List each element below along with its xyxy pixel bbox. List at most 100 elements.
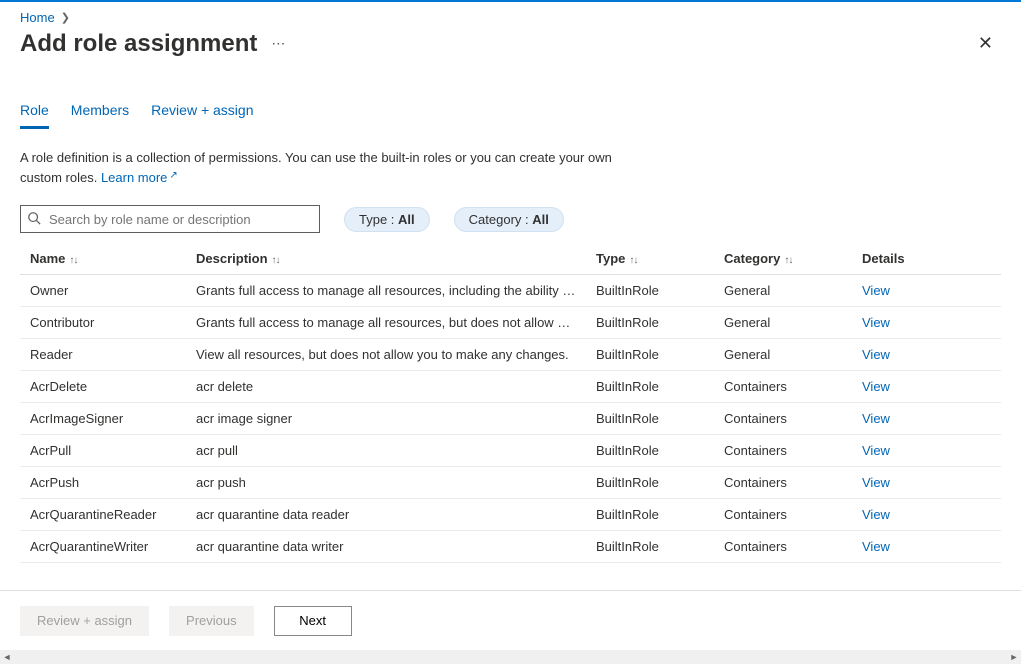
tab-role[interactable]: Role xyxy=(20,96,49,129)
search-input[interactable] xyxy=(47,211,313,228)
cell-description: acr pull xyxy=(186,435,586,467)
sort-icon: ↑↓ xyxy=(629,255,637,266)
breadcrumb-home[interactable]: Home xyxy=(20,10,55,25)
cell-category: General xyxy=(714,307,852,339)
cell-type: BuiltInRole xyxy=(586,531,714,563)
cell-description: acr image signer xyxy=(186,403,586,435)
description-text: A role definition is a collection of per… xyxy=(20,148,640,187)
cell-category: General xyxy=(714,275,852,307)
cell-name: AcrImageSigner xyxy=(20,403,186,435)
cell-description: Grants full access to manage all resourc… xyxy=(186,275,586,307)
table-row[interactable]: AcrPushacr pushBuiltInRoleContainersView xyxy=(20,467,1001,499)
tab-members[interactable]: Members xyxy=(71,96,129,129)
cell-type: BuiltInRole xyxy=(586,307,714,339)
view-link[interactable]: View xyxy=(862,315,890,330)
col-header-category[interactable]: Category ↑↓ xyxy=(714,243,852,275)
cell-details: View xyxy=(852,307,1001,339)
more-actions-icon[interactable]: ⋯ xyxy=(271,35,287,52)
cell-type: BuiltInRole xyxy=(586,499,714,531)
title-row: Add role assignment ⋯ ✕ xyxy=(0,27,1021,68)
col-header-details: Details xyxy=(852,243,1001,275)
cell-description: acr quarantine data writer xyxy=(186,531,586,563)
cell-description: acr push xyxy=(186,467,586,499)
footer-bar: Review + assign Previous Next xyxy=(0,590,1021,650)
view-link[interactable]: View xyxy=(862,443,890,458)
col-header-type[interactable]: Type↑↓ xyxy=(586,243,714,275)
sort-icon: ↑↓ xyxy=(784,255,792,266)
scroll-right-icon[interactable]: ► xyxy=(1007,652,1021,662)
search-input-wrap[interactable] xyxy=(20,205,320,233)
view-link[interactable]: View xyxy=(862,411,890,426)
col-header-name[interactable]: Name ↑↓ xyxy=(20,243,186,275)
table-row[interactable]: AcrQuarantineReaderacr quarantine data r… xyxy=(20,499,1001,531)
cell-details: View xyxy=(852,435,1001,467)
content-scroll[interactable]: Role Members Review + assign A role defi… xyxy=(0,82,1021,578)
view-link[interactable]: View xyxy=(862,475,890,490)
cell-description: View all resources, but does not allow y… xyxy=(186,339,586,371)
filter-type-label: Type : xyxy=(359,212,398,227)
cell-name: AcrQuarantineWriter xyxy=(20,531,186,563)
learn-more-link[interactable]: Learn more↗ xyxy=(101,170,178,185)
cell-name: AcrPush xyxy=(20,467,186,499)
learn-more-label: Learn more xyxy=(101,170,167,185)
cell-details: View xyxy=(852,403,1001,435)
scroll-left-icon[interactable]: ◄ xyxy=(0,652,14,662)
col-header-details-label: Details xyxy=(862,251,905,266)
cell-description: acr delete xyxy=(186,371,586,403)
col-header-name-label: Name xyxy=(30,251,65,266)
cell-category: Containers xyxy=(714,499,852,531)
breadcrumb: Home ❯ xyxy=(0,2,1021,27)
table-row[interactable]: OwnerGrants full access to manage all re… xyxy=(20,275,1001,307)
cell-name: Reader xyxy=(20,339,186,371)
table-row[interactable]: AcrPullacr pullBuiltInRoleContainers View xyxy=(20,435,1001,467)
table-header-row: Name↑↓ Description↑↓ Type↑↓ Category↑↓ D… xyxy=(20,243,1001,275)
cell-category: Containers xyxy=(714,371,852,403)
cell-category: General xyxy=(714,339,852,371)
view-link[interactable]: View xyxy=(862,539,890,554)
scroll-track[interactable] xyxy=(14,651,1007,663)
horizontal-scrollbar[interactable]: ◄ ► xyxy=(0,650,1021,664)
cell-description: acr quarantine data reader xyxy=(186,499,586,531)
view-link[interactable]: View xyxy=(862,347,890,362)
table-row[interactable]: ContributorGrants full access to manage … xyxy=(20,307,1001,339)
view-link[interactable]: View xyxy=(862,379,890,394)
external-link-icon: ↗ xyxy=(169,170,177,181)
filter-type-value: All xyxy=(398,212,415,227)
close-icon[interactable]: ✕ xyxy=(970,29,1001,58)
cell-details: View xyxy=(852,499,1001,531)
page-title: Add role assignment xyxy=(20,30,257,58)
col-header-description-label: Description xyxy=(196,251,268,266)
filter-row: Type : All Category : All xyxy=(20,205,1001,233)
col-header-category-label: Category xyxy=(724,251,780,266)
filter-category-value: All xyxy=(532,212,549,227)
view-link[interactable]: View xyxy=(862,283,890,298)
cell-category: Containers xyxy=(714,531,852,563)
cell-name: AcrPull xyxy=(20,435,186,467)
chevron-right-icon: ❯ xyxy=(61,11,70,24)
col-header-description[interactable]: Description↑↓ xyxy=(186,243,586,275)
cell-name: Owner xyxy=(20,275,186,307)
table-row[interactable]: AcrQuarantineWriteracr quarantine data w… xyxy=(20,531,1001,563)
cell-name: Contributor xyxy=(20,307,186,339)
sort-icon: ↑↓ xyxy=(69,255,77,266)
filter-category-pill[interactable]: Category : All xyxy=(454,207,564,232)
cell-category: Containers xyxy=(714,435,852,467)
filter-type-pill[interactable]: Type : All xyxy=(344,207,430,232)
next-button[interactable]: Next xyxy=(274,606,352,636)
cell-details: View xyxy=(852,339,1001,371)
cell-type: BuiltInRole xyxy=(586,403,714,435)
table-row[interactable]: ReaderView all resources, but does not a… xyxy=(20,339,1001,371)
cell-category: Containers xyxy=(714,403,852,435)
tab-review-assign[interactable]: Review + assign xyxy=(151,96,253,129)
filter-category-label: Category : xyxy=(469,212,533,227)
table-row[interactable]: AcrImageSigneracr image signerBuiltInRol… xyxy=(20,403,1001,435)
cell-type: BuiltInRole xyxy=(586,435,714,467)
table-row[interactable]: AcrDeleteacr deleteBuiltInRoleContainers… xyxy=(20,371,1001,403)
cell-category: Containers xyxy=(714,467,852,499)
cell-description: Grants full access to manage all resourc… xyxy=(186,307,586,339)
view-link[interactable]: View xyxy=(862,507,890,522)
search-icon xyxy=(27,211,41,228)
cell-details: View xyxy=(852,467,1001,499)
previous-button: Previous xyxy=(169,606,254,636)
cell-details: View xyxy=(852,371,1001,403)
